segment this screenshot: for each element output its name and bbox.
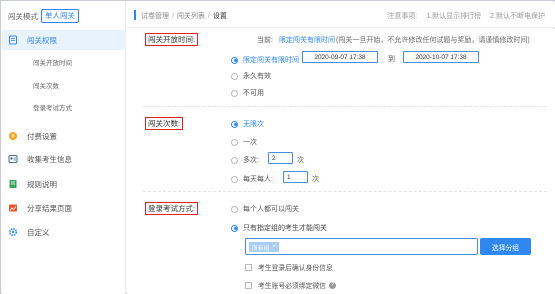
section-divider <box>143 191 547 192</box>
group-tag-field[interactable]: 所有组 × <box>245 238 478 255</box>
sidebar-item-label: 付费设置 <box>27 131 57 141</box>
current-value: 限定闯关有限时间 <box>279 37 335 44</box>
attempts-label: 闯关次数: <box>145 117 184 130</box>
select-group-button[interactable]: 选择分组 <box>480 238 531 255</box>
book-icon <box>8 179 18 189</box>
sidebar-item-rules[interactable]: 规则说明 <box>2 174 126 194</box>
mode-row: 闯关模式 单人闯关 <box>8 8 79 24</box>
open-time-label: 闯关开放时间: <box>145 33 199 46</box>
sidebar-item-label: 收集考生信息 <box>27 154 72 164</box>
sidebar-item-label: 规则说明 <box>27 179 57 189</box>
svg-text:¥: ¥ <box>11 133 15 140</box>
radio-specified-groups[interactable]: 只有指定组的考生才能闯关 <box>231 223 327 233</box>
checkbox-confirm-identity[interactable]: 考生登录后确认身份信息 <box>245 262 333 272</box>
help-icon[interactable]: ? <box>328 281 336 289</box>
breadcrumb-separator: / <box>172 12 174 20</box>
radio-unchecked-icon <box>231 156 238 164</box>
radio-label: 一次 <box>243 139 257 146</box>
sidebar-item-custom[interactable]: 自定义 <box>2 222 126 242</box>
topbar: 试卷管理 / 闯关列表 / 设置 注意事项: 1.默认显示排行榜 2.默认不断电… <box>127 2 555 28</box>
sidebar-subitem-login-mode[interactable]: 登录考试方式 <box>33 102 72 112</box>
radio-everyone[interactable]: 每个人都可以闯关 <box>231 204 299 214</box>
breadcrumb-separator: / <box>207 12 210 20</box>
radio-daily[interactable]: 每天每人: <box>231 174 273 184</box>
current-prefix: 当前: <box>257 37 273 44</box>
notice-label: 注意事项: <box>387 13 418 20</box>
radio-unavailable[interactable]: 不可用 <box>231 88 264 98</box>
radio-once[interactable]: 一次 <box>231 137 257 147</box>
radio-label: 不可用 <box>243 90 264 97</box>
group-tag: 所有组 × <box>249 242 279 252</box>
radio-label: 永久有效 <box>243 73 271 80</box>
checkbox-label: 考生登录后确认身份信息 <box>258 265 333 272</box>
notice-bar: 注意事项: 1.默认显示排行榜 2.默认不断电保护 <box>387 11 545 21</box>
sidebar-item-payment[interactable]: ¥ 付费设置 <box>2 126 126 146</box>
radio-unchecked-icon <box>231 89 238 97</box>
share-image-icon <box>8 203 18 213</box>
checkbox-icon <box>245 281 252 289</box>
daily-count-input[interactable]: 1 <box>283 171 308 183</box>
sidebar-item-permissions[interactable]: 闯关权限 <box>2 30 126 50</box>
radio-label: 多次: <box>243 157 259 164</box>
notice-item-leaderboard: 1.默认显示排行榜 <box>426 13 482 20</box>
sidebar-subitem-attempts[interactable]: 闯关次数 <box>33 80 59 90</box>
radio-unchecked-icon <box>231 175 238 183</box>
sidebar-item-label: 自定义 <box>27 227 50 237</box>
radio-unlimited[interactable]: 无限次 <box>231 119 264 129</box>
group-tag-label: 所有组 <box>252 245 270 252</box>
radio-checked-icon <box>231 224 238 232</box>
sidebar-item-share-page[interactable]: 分享结果页面 <box>2 198 126 218</box>
daily-unit: 次 <box>312 176 319 183</box>
radio-unchecked-icon <box>231 72 238 80</box>
radio-checked-icon <box>231 56 238 64</box>
login-mode-label: 登录考试方式: <box>145 202 199 215</box>
radio-limited-time[interactable]: 限定闯关有限时间 <box>231 55 299 65</box>
settings-panel: 闯关开放时间: 当前: 限定闯关有限时间 (闯关一旦开始，不允许修改任何试题与奖… <box>127 29 555 294</box>
radio-label: 每天每人: <box>243 176 273 183</box>
checkbox-bind-wechat[interactable]: 考生账号必须绑定微信 ? <box>245 280 336 290</box>
document-icon <box>8 35 18 45</box>
to-label: 到 <box>388 56 395 63</box>
close-icon[interactable]: × <box>272 244 276 250</box>
radio-multiple[interactable]: 多次: <box>231 155 259 165</box>
section-divider <box>143 106 547 107</box>
mode-label: 闯关模式 <box>8 11 38 21</box>
open-time-note: (闯关一旦开始，不允许修改任何试题与奖励，请谨慎修改时间) <box>336 37 530 44</box>
user-list-icon <box>8 154 18 164</box>
radio-unchecked-icon <box>231 138 238 146</box>
radio-label: 每个人都可以闯关 <box>243 206 299 213</box>
breadcrumb: 试卷管理 / 闯关列表 / 设置 <box>141 11 227 21</box>
multiple-count-input[interactable]: 2 <box>268 152 293 164</box>
radio-unchecked-icon <box>231 205 238 213</box>
breadcrumb-item-settings: 设置 <box>212 13 227 20</box>
sidebar: 闯关模式 单人闯关 闯关权限 闯关开放时间 闯关次数 登录考试方式 ¥ 付费设置… <box>2 2 126 294</box>
breadcrumb-item-exams[interactable]: 试卷管理 <box>141 11 169 21</box>
single-mode-button[interactable]: 单人闯关 <box>41 9 79 23</box>
sidebar-subitem-open-time[interactable]: 闯关开放时间 <box>33 57 72 67</box>
breadcrumb-marker <box>134 10 136 20</box>
radio-permanent[interactable]: 永久有效 <box>231 71 271 81</box>
notice-item-power-protect: 2.默认不断电保护 <box>490 13 545 20</box>
sidebar-item-collect-info[interactable]: 收集考生信息 <box>2 149 126 169</box>
breadcrumb-item-levels[interactable]: 闯关列表 <box>177 11 205 21</box>
start-time-input[interactable]: 2020-09-07 17:38 <box>302 51 378 63</box>
coin-icon: ¥ <box>8 131 18 141</box>
radio-checked-icon <box>231 120 238 128</box>
sidebar-item-label: 分享结果页面 <box>27 203 72 213</box>
radio-label: 限定闯关有限时间 <box>243 57 299 64</box>
sidebar-item-label: 闯关权限 <box>27 35 57 45</box>
end-time-input[interactable]: 2020-10-07 17:38 <box>403 51 479 63</box>
checkbox-label: 考生账号必须绑定微信 <box>258 283 326 290</box>
multiple-unit: 次 <box>297 157 304 164</box>
checkbox-icon <box>245 263 252 271</box>
gear-icon <box>8 227 18 237</box>
radio-label: 只有指定组的考生才能闯关 <box>243 225 327 232</box>
app-window: 闯关模式 单人闯关 闯关权限 闯关开放时间 闯关次数 登录考试方式 ¥ 付费设置… <box>0 0 555 294</box>
radio-label: 无限次 <box>243 121 264 128</box>
